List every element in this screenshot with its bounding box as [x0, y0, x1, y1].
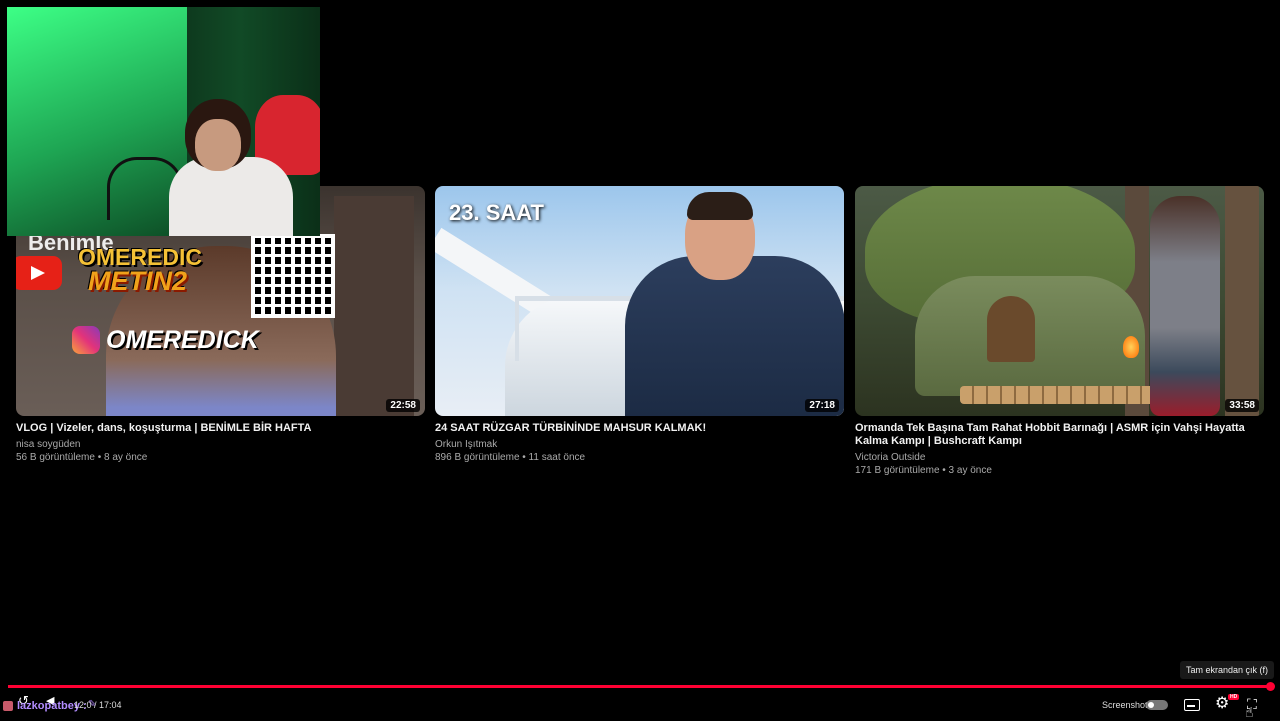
screenshot-toggle[interactable]	[1146, 700, 1168, 710]
thumb-brand-line2: METIN2	[88, 266, 188, 296]
video-card-2[interactable]: 23. SAAT 27:18 24 SAAT RÜZGAR TÜRBİNİNDE…	[435, 186, 844, 464]
subtitles-icon[interactable]	[1184, 699, 1200, 711]
webcam-person-face	[195, 119, 241, 171]
video-duration: 33:58	[1225, 399, 1259, 412]
viewer-name-text: lazkopatbey	[17, 700, 80, 712]
thumb-tree-trunk	[1225, 186, 1259, 416]
thumb-handle: OMEREDICK	[106, 326, 259, 354]
progress-bar[interactable]	[8, 685, 1270, 688]
video-channel[interactable]: Victoria Outside	[855, 451, 1264, 464]
thumb-person-body	[625, 256, 844, 416]
video-meta: 56 B görüntüleme • 8 ay önce	[16, 452, 148, 463]
video-channel[interactable]: Orkun Işıtmak	[435, 438, 844, 451]
video-meta: 171 B görüntüleme • 3 ay önce	[855, 465, 992, 476]
video-title[interactable]: Ormanda Tek Başına Tam Rahat Hobbit Barı…	[855, 422, 1264, 448]
screenshot-label: Screenshot	[1102, 700, 1148, 710]
thumb-person-hair	[687, 192, 753, 220]
video-title[interactable]: VLOG | Vizeler, dans, koşuşturma | BENİM…	[16, 422, 425, 435]
thumb-door	[987, 296, 1035, 362]
video-duration: 22:58	[386, 399, 420, 412]
thumb-label: 23. SAAT	[449, 200, 544, 225]
video-thumbnail-3[interactable]: 33:58	[855, 186, 1264, 416]
thumb-wardrobe	[334, 196, 414, 416]
mouse-cursor-icon: ☝	[1245, 704, 1254, 720]
scrubber-handle[interactable]	[1266, 682, 1275, 691]
video-title[interactable]: 24 SAAT RÜZGAR TÜRBİNİNDE MAHSUR KALMAK!	[435, 422, 844, 435]
qr-code-icon	[251, 234, 335, 318]
webcam-overlay	[7, 7, 320, 236]
youtube-logo-icon	[16, 256, 62, 290]
video-duration: 27:18	[805, 399, 839, 412]
player-controls: ↺ ◀ lazkopatbey : ✎ 12:0 / 17:04 Screens…	[0, 692, 1280, 720]
hd-badge: HD	[1228, 694, 1240, 700]
thumb-fire	[1123, 336, 1139, 358]
webcam-person-body	[169, 157, 293, 236]
video-meta: 896 B görüntüleme • 11 saat önce	[435, 452, 586, 463]
video-card-3[interactable]: 33:58 Ormanda Tek Başına Tam Rahat Hobbi…	[855, 186, 1264, 477]
exit-fullscreen-tooltip: Tam ekrandan çık (f)	[1180, 661, 1275, 679]
viewer-avatar	[3, 701, 13, 711]
time-display: 12:0 / 17:04	[74, 700, 122, 710]
video-channel[interactable]: nisa soygüden	[16, 438, 425, 451]
thumb-person	[1150, 196, 1220, 416]
video-thumbnail-2[interactable]: 23. SAAT 27:18	[435, 186, 844, 416]
instagram-logo-icon	[72, 326, 100, 354]
